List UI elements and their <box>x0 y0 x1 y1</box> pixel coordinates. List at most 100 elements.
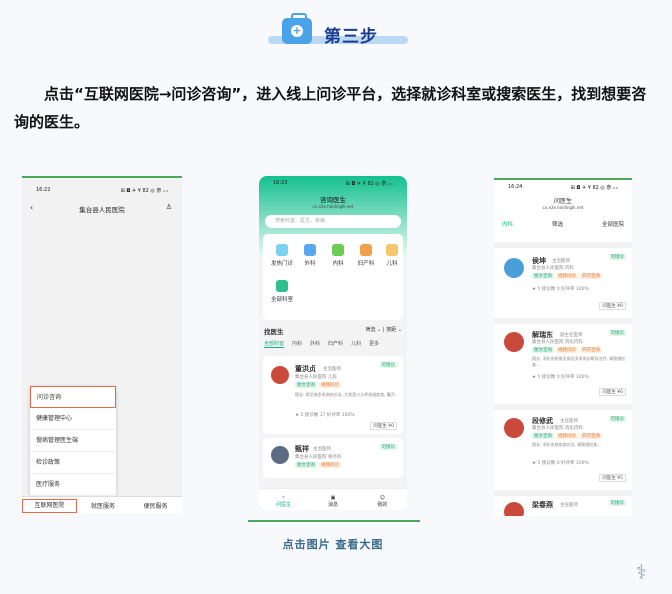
status-bar: 16:22 ⊞ ◘ ✈ ¥ 82 ◎ 奈 ᵢₗ ᵢₗ <box>22 184 182 196</box>
find-controls[interactable]: 筛选 ⌄ | 按距 ⌄ <box>366 326 402 333</box>
doctor-card[interactable]: 段修武 主任医师 可接诊 集台县人民医院 消化内科 图文咨询 视频问诊 开药咨询… <box>494 410 632 490</box>
department-grid: 发热门诊 外科 内科 妇产科 儿科 全部科室 <box>263 234 403 320</box>
doctor-stats: ★ 5 接诊数 17 好评率 100% <box>295 413 355 418</box>
tab-all[interactable]: 全部科室 <box>264 340 285 348</box>
doctor-desc: 擅长: 消化系统常见病及多发病诊断及治疗, 胃肠镜检查... <box>532 356 626 367</box>
status-badge: 可接诊 <box>608 500 626 506</box>
filter-dept[interactable]: 内科 <box>502 220 513 228</box>
divider <box>494 178 632 180</box>
ask-doctor-button[interactable]: 问医生 ¥0 <box>599 302 626 310</box>
doctor-title: 主治医师 <box>323 367 341 372</box>
doctor-card[interactable]: 梁春燕 主任医师 可接诊 <box>494 496 632 516</box>
status-badge: 可接诊 <box>379 444 397 450</box>
tag-video: 视频问诊 <box>556 433 578 439</box>
bottom-tabbar: 互联网医院 就医服务 便民服务 <box>22 496 182 514</box>
dept-internal[interactable]: 内科 <box>323 244 353 267</box>
tab-label: 我的 <box>377 502 388 508</box>
screenshot-consult-doctor[interactable]: 16:23 ⊞ ◘ ✈ ¥ 82 ◎ 奈 ᵢₗ ᵢₗ 咨询医生 cx.e2e.h… <box>259 176 407 510</box>
fever-icon <box>276 244 288 256</box>
doctor-card[interactable]: 侯坤 主治医师 可接诊 集台县人民医院 内科 图文咨询 视频问诊 开药咨询 ★ … <box>494 248 632 318</box>
caption[interactable]: 点击图片 查看大图 <box>258 536 408 552</box>
menu-item-medical[interactable]: 医疗服务 <box>30 474 116 496</box>
dept-surgery[interactable]: 外科 <box>295 244 325 267</box>
step-title: 第三步 <box>324 27 378 47</box>
dept-pediatrics[interactable]: 儿科 <box>377 244 407 267</box>
tab-ask-doctor[interactable]: ⚕ 问医生 <box>259 489 308 510</box>
pediatrics-icon <box>386 244 398 256</box>
doctor-title: 主治医师 <box>552 259 570 264</box>
tab-medical-service[interactable]: 就医服务 <box>77 501 130 510</box>
menu-item-policy[interactable]: 检诊政策 <box>30 452 116 474</box>
tag-text-consult: 图文咨询 <box>532 273 554 279</box>
doctor-desc: 擅长: 常见病多发病的诊治, 尤其是小儿呼吸道疾病, 腹泻... <box>295 392 399 397</box>
divider <box>248 520 420 522</box>
page-title: 咨询医生 <box>320 196 346 204</box>
status-time: 16:24 <box>508 184 523 190</box>
avatar <box>504 418 524 438</box>
avatar <box>504 332 524 352</box>
tab-public-service[interactable]: 便民服务 <box>129 501 182 510</box>
tab-profile[interactable]: ☺ 我的 <box>358 489 407 510</box>
stethoscope-icon: ⚕ <box>282 495 286 501</box>
doctor-card[interactable]: 董洪贞 主治医师 可接诊 集台县人民医院 儿科 图文咨询 视频问诊 擅长: 常见… <box>263 356 403 434</box>
filter-control[interactable]: 筛选 <box>366 327 376 333</box>
dept-label: 外科 <box>304 261 316 267</box>
tab-surgery[interactable]: 外科 <box>310 340 320 348</box>
tab-messages[interactable]: ▣ 消息 <box>308 489 357 510</box>
screenshot-hospital-home[interactable]: 16:22 ⊞ ◘ ✈ ¥ 82 ◎ 奈 ᵢₗ ᵢₗ ‹ 集台县人民医院 ♙ 问… <box>22 176 182 514</box>
dept-all[interactable]: 全部科室 <box>267 280 297 303</box>
status-icons: ⊞ ◘ ✈ ¥ 82 ◎ 奈 ᵢₗ ᵢₗ <box>120 188 168 194</box>
popup-menu: 问诊咨询 健康管理中心 慢病管理医生端 检诊政策 医疗服务 <box>30 386 116 496</box>
medical-kit-icon: + <box>282 13 312 44</box>
doctor-hospital: 集台县人民医院 内科 <box>532 266 574 271</box>
status-badge: 可接诊 <box>379 362 397 368</box>
bottom-tabbar: ⚕ 问医生 ▣ 消息 ☺ 我的 <box>259 488 407 510</box>
dept-fever[interactable]: 发热门诊 <box>267 244 297 267</box>
status-badge: 可接诊 <box>608 330 626 336</box>
message-icon: ▣ <box>330 495 336 501</box>
tab-internal[interactable]: 内科 <box>292 340 302 348</box>
ask-doctor-button[interactable]: 问医生 ¥0 <box>599 388 626 396</box>
find-doctor-label: 找医生 <box>264 328 284 336</box>
tab-obstetrics[interactable]: 妇产科 <box>328 340 343 348</box>
status-bar: 16:23 ⊞ ◘ ✈ ¥ 82 ◎ 奈 ᵢₗ ᵢₗ <box>259 176 407 188</box>
obstetrics-icon <box>360 244 372 256</box>
status-time: 16:22 <box>36 187 51 193</box>
filter-hospital[interactable]: 全部医院 <box>602 220 624 228</box>
filter-bar: 内科 筛选 全部医院 <box>494 210 632 228</box>
doctor-card[interactable]: 甄祥 主治医师 可接诊 集台县人民医院 骨外科 图文咨询 视频问诊 <box>263 438 403 478</box>
sort-control[interactable]: 按距 <box>386 327 396 333</box>
profile-icon: ☺ <box>379 495 385 501</box>
tab-pediatrics[interactable]: 儿科 <box>351 340 361 348</box>
tab-more[interactable]: 更多 <box>369 340 379 348</box>
ask-doctor-button[interactable]: 问医生 ¥0 <box>370 422 397 430</box>
tag-video: 视频问诊 <box>319 382 341 388</box>
ask-doctor-button[interactable]: 问医生 ¥5 <box>599 474 626 482</box>
page-title: 集台县人民医院 <box>79 206 125 214</box>
doctor-title: 主任医师 <box>560 503 578 508</box>
header-area: 16:24 ⊞ ◘ ✈ ¥ 82 ◎ 奈 ᵢₗ ᵢₗ 问医生 cx.e2e.ho… <box>494 178 632 242</box>
doctor-stats: ★ 5 接诊数 0 好评率 100% <box>532 287 589 292</box>
tab-internet-hospital[interactable]: 互联网医院 <box>22 498 77 513</box>
search-input[interactable]: 搜索科室、医生、疾病 <box>265 215 401 228</box>
tag-text-consult: 图文咨询 <box>295 462 317 468</box>
surgery-icon <box>304 244 316 256</box>
menu-item-chronic[interactable]: 慢病管理医生端 <box>30 430 116 452</box>
dept-label: 儿科 <box>386 261 398 267</box>
doctor-hospital: 集台县人民医院 儿科 <box>295 375 337 380</box>
doctor-card[interactable]: 解瑞东 副主任医师 可接诊 集台县人民医院 消化内科 图文咨询 视频问诊 开药咨… <box>494 324 632 404</box>
status-badge: 可接诊 <box>608 254 626 260</box>
tag-video: 视频问诊 <box>319 462 341 468</box>
menu-item-health[interactable]: 健康管理中心 <box>30 408 116 430</box>
filter-options[interactable]: 筛选 <box>552 220 563 228</box>
tag-video: 视频问诊 <box>556 273 578 279</box>
doctor-stats: ★ 5 接诊数 0 好评率 100% <box>532 461 589 466</box>
user-icon[interactable]: ♙ <box>166 203 172 211</box>
doctor-name: 董洪贞 <box>295 365 316 373</box>
doctor-stats: ★ 5 接诊数 0 好评率 100% <box>532 375 589 380</box>
menu-item-consult[interactable]: 问诊咨询 <box>30 386 116 408</box>
dept-label: 全部科室 <box>270 297 293 303</box>
tag-text-consult: 图文咨询 <box>532 433 554 439</box>
tag-prescription: 开药咨询 <box>580 433 602 439</box>
screenshot-doctor-list[interactable]: 16:24 ⊞ ◘ ✈ ¥ 82 ◎ 奈 ᵢₗ ᵢₗ 问医生 cx.e2e.ho… <box>494 178 632 516</box>
